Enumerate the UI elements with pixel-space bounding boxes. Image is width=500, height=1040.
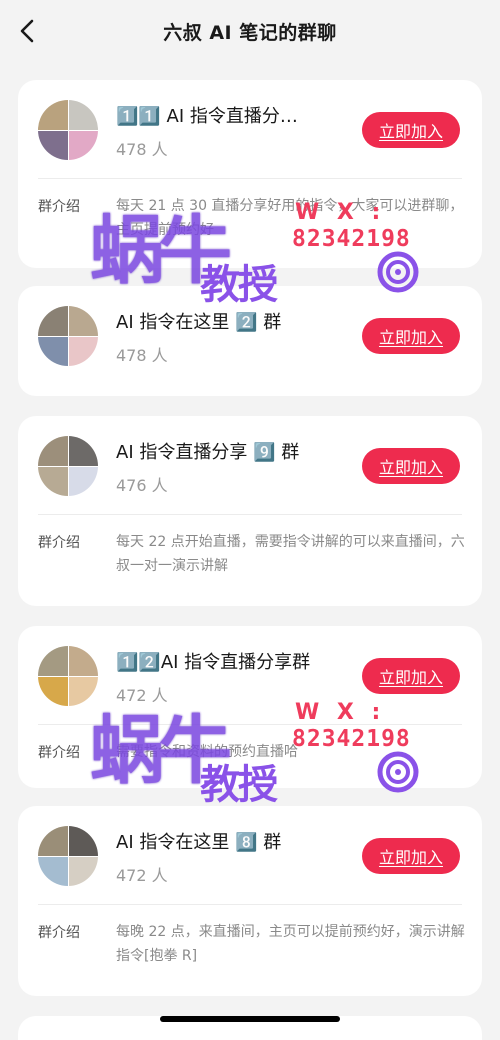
join-button[interactable]: 立即加入 <box>362 112 460 148</box>
nav-bar: 六叔 AI 笔记的群聊 <box>0 0 500 62</box>
group-name: AI 指令在这里 2️⃣ 群 <box>116 312 282 333</box>
intro-label: 群介绍 <box>38 535 80 551</box>
divider <box>38 724 462 725</box>
join-button[interactable]: 立即加入 <box>362 448 460 484</box>
intro-label: 群介绍 <box>38 745 80 761</box>
intro-label: 群介绍 <box>38 925 80 941</box>
intro-text: 每天 22 点开始直播，需要指令讲解的可以来直播间，六叔一对一演示讲解 <box>116 534 465 574</box>
group-avatar <box>38 436 98 496</box>
join-button[interactable]: 立即加入 <box>362 658 460 694</box>
intro-text: 需要指令和资料的预约直播哈 <box>116 744 298 760</box>
group-avatar <box>38 646 98 706</box>
group-card-5[interactable]: AI 指令在这里 8️⃣ 群 472 人 立即加入 群介绍 每晚 22 点，来直… <box>18 806 482 996</box>
group-avatar <box>38 826 98 886</box>
chevron-left-icon <box>20 19 34 43</box>
divider <box>38 514 462 515</box>
group-avatar <box>38 306 98 366</box>
back-button[interactable] <box>10 14 44 48</box>
home-indicator[interactable] <box>160 1016 340 1022</box>
group-name: AI 指令在这里 8️⃣ 群 <box>116 832 282 853</box>
join-button[interactable]: 立即加入 <box>362 318 460 354</box>
member-count: 476 人 <box>116 476 168 495</box>
member-count: 472 人 <box>116 866 168 885</box>
member-count: 478 人 <box>116 140 168 159</box>
intro-label: 群介绍 <box>38 199 80 215</box>
page-title: 六叔 AI 笔记的群聊 <box>163 21 337 44</box>
group-name: 1️⃣2️⃣AI 指令直播分享群 <box>116 652 311 673</box>
group-card-4[interactable]: 1️⃣2️⃣AI 指令直播分享群 472 人 立即加入 群介绍 需要指令和资料的… <box>18 626 482 788</box>
group-avatar <box>38 100 98 160</box>
divider <box>38 178 462 179</box>
group-name: 1️⃣1️⃣ AI 指令直播分… <box>116 106 298 127</box>
group-card-2[interactable]: AI 指令在这里 2️⃣ 群 478 人 立即加入 <box>18 286 482 396</box>
member-count: 472 人 <box>116 686 168 705</box>
group-name: AI 指令直播分享 9️⃣ 群 <box>116 442 300 463</box>
intro-text: 每天 21 点 30 直播分享好用的指令，大家可以进群聊，主页提前预约好 <box>116 198 464 238</box>
join-button[interactable]: 立即加入 <box>362 838 460 874</box>
divider <box>38 904 462 905</box>
group-card-3[interactable]: AI 指令直播分享 9️⃣ 群 476 人 立即加入 群介绍 每天 22 点开始… <box>18 416 482 606</box>
member-count: 478 人 <box>116 346 168 365</box>
group-card-1[interactable]: 1️⃣1️⃣ AI 指令直播分… 478 人 立即加入 群介绍 每天 21 点 … <box>18 80 482 268</box>
intro-text: 每晚 22 点，来直播间，主页可以提前预约好，演示讲解指令[抱拳 R] <box>116 924 465 964</box>
